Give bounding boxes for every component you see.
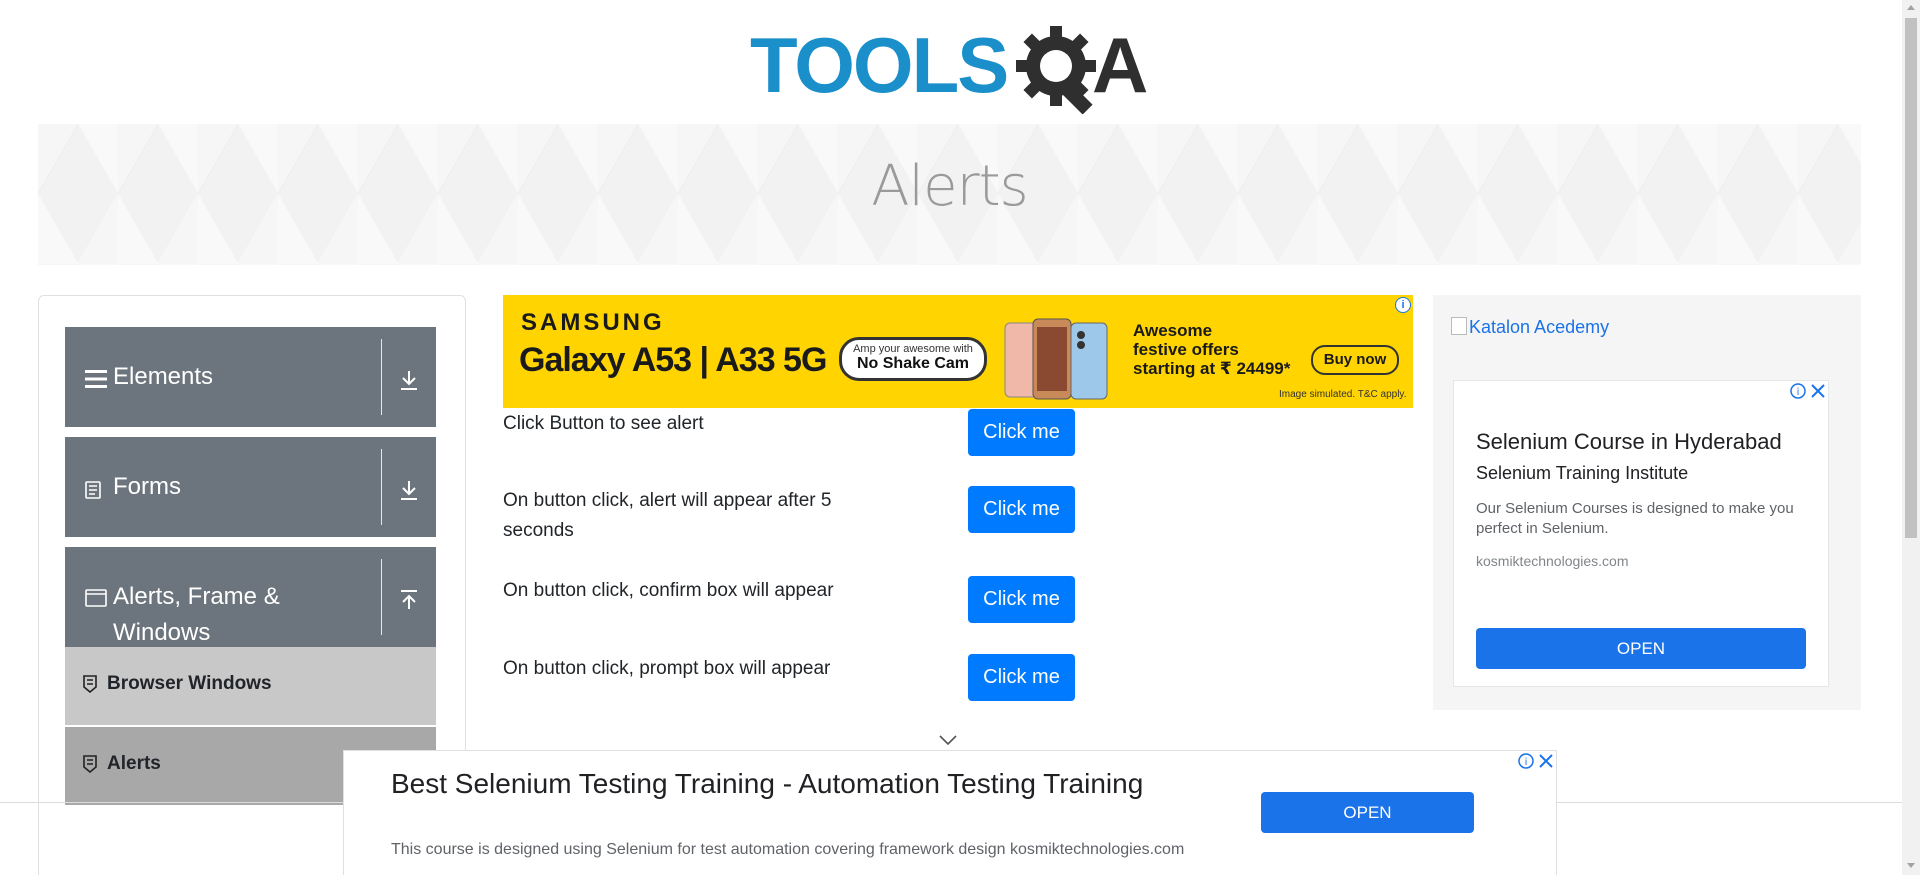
ad-buy-now-button[interactable]: Buy now	[1311, 345, 1399, 375]
divider	[381, 339, 382, 415]
upload-arrow-icon[interactable]	[398, 589, 420, 611]
confirm-button[interactable]: Click me	[968, 576, 1075, 623]
toolsqa-logo[interactable]: TOOLS A	[750, 18, 1154, 116]
ad-pill-small: Amp your awesome with	[853, 343, 973, 355]
timer-alert-button[interactable]: Click me	[968, 486, 1075, 533]
sidebar-group-label: Forms	[113, 473, 181, 500]
vertical-scrollbar[interactable]	[1902, 0, 1920, 875]
confirm-row-text: On button click, confirm box will appear	[503, 580, 834, 601]
sidebar-item-label: Browser Windows	[107, 673, 272, 694]
hamburger-icon	[85, 370, 107, 388]
gear-magnifier-icon	[1016, 26, 1096, 114]
alert-button[interactable]: Click me	[968, 409, 1075, 456]
divider	[381, 449, 382, 525]
prompt-row-text: On button click, prompt box will appear	[503, 658, 831, 679]
chevron-down-icon[interactable]	[938, 733, 958, 747]
sidebar-item-label: Alerts	[107, 753, 161, 774]
ad-disclaimer: Image simulated. T&C apply.	[1279, 389, 1407, 400]
sidebar-item-browser-windows[interactable]: Browser Windows	[65, 647, 436, 725]
scroll-down-arrow-icon[interactable]	[1907, 863, 1915, 868]
phones-image	[1004, 318, 1108, 400]
ad-feature-pill: Amp your awesome with No Shake Cam	[839, 337, 987, 381]
sidebar-group-forms[interactable]: Forms	[65, 437, 436, 537]
scroll-thumb[interactable]	[1905, 18, 1917, 538]
ad-offer-line: starting at ₹ 24499*	[1133, 359, 1291, 378]
ad-info-icon[interactable]: i	[1395, 297, 1411, 313]
window-icon	[85, 589, 107, 607]
scroll-up-arrow-icon[interactable]	[1907, 5, 1915, 10]
svg-text:i: i	[1525, 757, 1528, 768]
ad-offer-line: Awesome	[1133, 321, 1213, 340]
broken-image-alt: Katalon Acedemy	[1469, 317, 1610, 337]
ad-open-button[interactable]: OPEN	[1476, 628, 1806, 669]
sidebar-group-label: Elements	[113, 363, 214, 390]
download-arrow-icon[interactable]	[398, 369, 420, 391]
ad-choices-icon[interactable]: i	[1516, 751, 1556, 771]
logo-text: TOOLS	[750, 21, 1009, 109]
ad-description: This course is designed using Selenium f…	[391, 841, 1185, 858]
ad-offer-text: Awesome festive offers starting at ₹ 244…	[1133, 321, 1290, 378]
bottom-ad[interactable]: i Best Selenium Testing Training - Autom…	[343, 750, 1557, 875]
ad-pill-big: No Shake Cam	[856, 355, 970, 372]
ad-title[interactable]: Selenium Course in Hyderabad	[1476, 429, 1782, 455]
timer-alert-row-text: On button click, alert will appear after…	[503, 490, 832, 541]
broken-image[interactable]: Katalon Acedemy	[1451, 317, 1609, 338]
sidebar-group-label: Alerts, Frame & Windows	[113, 583, 280, 646]
document-icon	[83, 755, 97, 773]
sidebar-group-elements[interactable]: Elements	[65, 327, 436, 427]
document-icon	[85, 481, 101, 499]
document-icon	[83, 675, 97, 693]
divider	[381, 559, 382, 635]
ad-description: Our Selenium Courses is designed to make…	[1476, 500, 1794, 537]
broken-image-icon	[1451, 317, 1467, 335]
svg-text:i: i	[1797, 387, 1800, 398]
alert-row-text: Click Button to see alert	[503, 413, 704, 434]
ad-card[interactable]: i Selenium Course in Hyderabad Selenium …	[1453, 380, 1829, 687]
right-ad-panel: Katalon Acedemy i Selenium Course in Hyd…	[1433, 295, 1861, 710]
ad-open-button[interactable]: OPEN	[1261, 792, 1474, 833]
page-banner: Alerts	[38, 124, 1861, 265]
ad-model: Galaxy A53 | A33 5G	[519, 341, 827, 379]
ad-title[interactable]: Best Selenium Testing Training - Automat…	[391, 765, 1151, 803]
ad-brand: SAMSUNG	[521, 309, 665, 336]
logo-suffix: A	[1092, 21, 1149, 109]
page-title: Alerts	[871, 154, 1028, 219]
ad-subtitle: Selenium Training Institute	[1476, 463, 1689, 483]
samsung-ad-banner[interactable]: SAMSUNG Galaxy A53 | A33 5G Amp your awe…	[503, 295, 1413, 408]
ad-choices-icon[interactable]: i	[1788, 381, 1828, 401]
page: TOOLS A Alerts Elements Forms Alerts, Fr…	[0, 0, 1902, 875]
prompt-button[interactable]: Click me	[968, 654, 1075, 701]
download-arrow-icon[interactable]	[398, 479, 420, 501]
ad-offer-line: festive offers	[1133, 340, 1239, 359]
ad-url: kosmiktechnologies.com	[1476, 553, 1629, 569]
sidebar-group-alerts-frame-windows[interactable]: Alerts, Frame & Windows	[65, 547, 436, 647]
